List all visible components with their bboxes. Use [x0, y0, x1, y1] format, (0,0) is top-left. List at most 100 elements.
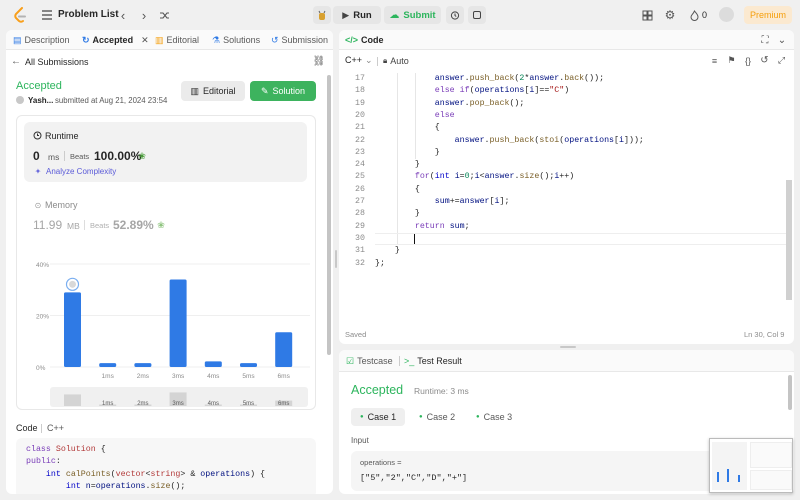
run-button[interactable]: ▶ Run	[333, 6, 381, 24]
maximize-icon[interactable]: ⛶	[759, 34, 771, 46]
runtime-divider	[64, 151, 65, 161]
line-number: 29	[355, 221, 365, 231]
tab-solutions[interactable]: ⚗ Solutions	[212, 30, 260, 50]
tab-description[interactable]: ▤ Description	[13, 30, 70, 50]
code-editor-panel: </> Code ⛶ ⌄ C++ ⌄ 🔒︎ Auto ≡ ⚑ {} ↺ ⤢ 17…	[339, 30, 794, 344]
code-token: answer	[434, 74, 465, 83]
code-token: Solution	[55, 445, 101, 454]
line-number: 26	[355, 184, 365, 194]
indent-guide	[397, 73, 398, 246]
history-icon: ↺	[271, 34, 279, 45]
screenshot-thumbnail[interactable]	[709, 438, 793, 493]
code-token: answer	[454, 135, 485, 145]
code-token: operations	[200, 469, 251, 479]
line-number: 25	[355, 172, 365, 182]
vertical-splitter[interactable]	[335, 250, 337, 268]
code-line: answer.push_back(2*answer.back());	[375, 73, 604, 85]
x-tick-label: 3ms	[172, 373, 185, 380]
code-token: operations	[95, 481, 146, 491]
tab-accepted[interactable]: ↻ Accepted ✕	[82, 30, 149, 50]
back-arrow-icon[interactable]: ←	[10, 55, 22, 67]
case-3-tab[interactable]: ● Case 3	[470, 408, 518, 426]
format-icon[interactable]: ≡	[709, 55, 720, 66]
chart-bar	[169, 279, 187, 367]
shuffle-icon[interactable]	[157, 8, 171, 22]
bookmark-icon[interactable]: ⚑	[726, 55, 737, 66]
tab-testcase[interactable]: ☑ Testcase	[346, 350, 393, 372]
problem-list-link[interactable]: Problem List	[58, 9, 119, 20]
streak-flame-icon[interactable]	[688, 8, 700, 22]
code-token: int	[65, 481, 86, 491]
chart-bar	[275, 332, 293, 367]
case-2-dot: ●	[419, 414, 423, 420]
collapse-icon[interactable]: ⌄	[776, 34, 788, 46]
debug-icon[interactable]	[313, 6, 331, 24]
avatar[interactable]	[719, 7, 734, 22]
memory-icon: ⊙	[34, 200, 42, 210]
indent-guide	[415, 73, 416, 160]
accepted-icon: ↻	[82, 34, 90, 45]
language-select[interactable]: C++ ⌄	[345, 55, 373, 66]
timer-icon[interactable]	[446, 6, 464, 24]
sparkle-icon: ✦	[34, 166, 42, 176]
premium-button[interactable]: Premium	[744, 6, 792, 24]
list-icon[interactable]	[40, 8, 54, 22]
next-problem-icon[interactable]: ›	[138, 8, 150, 23]
braces-icon[interactable]: {}	[742, 55, 754, 66]
left-scrollbar[interactable]	[327, 75, 331, 355]
editorial-button[interactable]: ▥ Editorial	[181, 81, 245, 101]
code-token: operations	[564, 135, 615, 145]
case-1-tab[interactable]: ● Case 1	[351, 408, 406, 426]
case-1-label: Case 1	[367, 412, 397, 422]
tab-code-label: Code	[361, 35, 384, 45]
thumbnail-bar-3	[738, 475, 740, 482]
horizontal-splitter[interactable]	[560, 346, 576, 348]
run-label: Run	[353, 9, 372, 21]
share-link-icon[interactable]: ⛓	[313, 55, 326, 67]
expand-icon[interactable]: ⤢	[776, 55, 787, 66]
layout-icon[interactable]	[640, 8, 654, 22]
runtime-unit: ms	[48, 152, 60, 162]
notes-icon[interactable]	[468, 6, 486, 24]
code-token: answer	[529, 74, 560, 83]
tab-solutions-label: Solutions	[223, 35, 261, 45]
reset-icon[interactable]: ↺	[759, 55, 770, 66]
code-line: }	[375, 245, 400, 257]
result-runtime: Runtime: 3 ms	[414, 386, 469, 396]
analyze-complexity-link[interactable]: Analyze Complexity	[46, 167, 116, 176]
code-line: {	[375, 122, 440, 134]
code-language: C++	[47, 423, 65, 433]
code-token: ();	[509, 98, 525, 108]
solution-button[interactable]: ✎ Solution	[250, 81, 316, 101]
tab-editorial[interactable]: ▥ Editorial	[155, 30, 199, 50]
submit-button[interactable]: ☁ Submit	[384, 6, 441, 24]
close-tab-icon[interactable]: ✕	[141, 35, 149, 46]
overview-bar	[64, 394, 81, 406]
memory-beats-label: Beats	[90, 221, 110, 230]
tab-submissions[interactable]: ↺ Submission	[271, 30, 328, 50]
code-token: ++)	[559, 172, 575, 182]
editor-scrollbar[interactable]	[786, 180, 792, 300]
tab-test-result[interactable]: >_ Test Result	[404, 350, 462, 372]
runtime-distribution-chart[interactable]: 40% 20% 0% 1ms 2ms 3ms 4ms 5ms 6ms 1ms 2ms 3ms 4ms 5m…	[22, 252, 314, 407]
x-tick-label: 1ms	[102, 373, 115, 380]
overview-tick-label: 5ms	[243, 401, 254, 407]
text-cursor	[414, 234, 415, 244]
thumbnail-bar-2	[727, 469, 729, 482]
streak-count: 0	[702, 10, 708, 20]
tab-code[interactable]: </> Code	[345, 30, 384, 50]
case-2-tab[interactable]: ● Case 2	[413, 408, 461, 426]
leetcode-logo[interactable]	[12, 7, 28, 23]
user-avatar-icon	[16, 96, 24, 104]
settings-gear-icon[interactable]: ⚙	[663, 8, 677, 22]
memory-label[interactable]: Memory	[45, 200, 78, 210]
memory-unit: MB	[67, 221, 80, 231]
result-scrollbar[interactable]	[788, 375, 792, 410]
all-submissions-link[interactable]: All Submissions	[25, 57, 89, 67]
submitter-name[interactable]: Yash...	[28, 96, 53, 105]
mode-select[interactable]: 🔒︎ Auto	[383, 56, 409, 66]
prev-problem-icon[interactable]: ‹	[117, 8, 129, 23]
chart-bar	[134, 363, 152, 367]
overview-tick-label: 3ms	[172, 401, 183, 407]
